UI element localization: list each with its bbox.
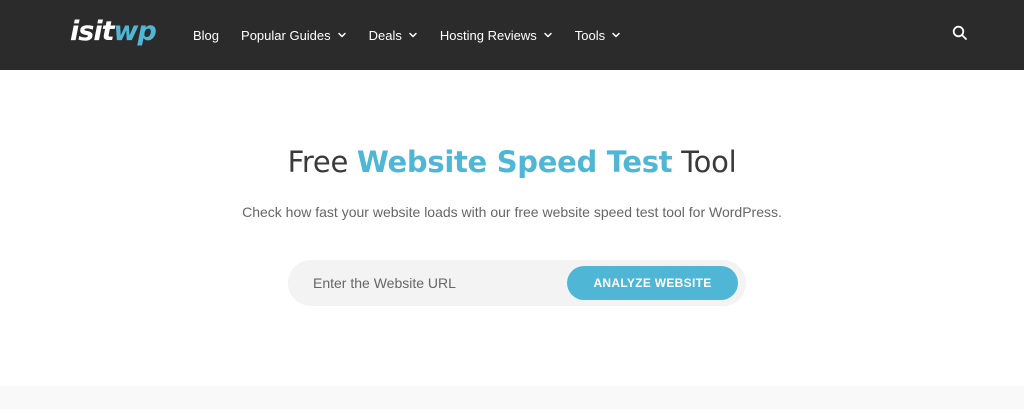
nav-item-label: Hosting Reviews [439,27,537,43]
main-nav: Blog Popular Guides Deals Hosting Review… [193,0,643,70]
title-text-accent: Website Speed Test [356,145,673,179]
hero-section: Free Website Speed Test Tool Check how f… [0,70,1024,386]
chevron-down-icon [543,32,552,38]
page-title: Free Website Speed Test Tool [0,145,1024,179]
nav-item-label: Tools [574,27,606,43]
nav-item-label: Blog [193,27,220,43]
nav-item-label: Popular Guides [241,27,331,43]
logo-text-primary: isit [70,16,114,47]
nav-item-hosting-reviews[interactable]: Hosting Reviews [440,28,553,43]
speed-test-form: ANALYZE WEBSITE [288,260,746,306]
analyze-website-button[interactable]: ANALYZE WEBSITE [567,266,738,300]
nav-item-label: Deals [368,27,402,43]
nav-item-popular-guides[interactable]: Popular Guides [241,28,347,43]
site-logo[interactable]: isitwp [70,15,157,49]
nav-item-deals[interactable]: Deals [369,28,418,43]
nav-item-tools[interactable]: Tools [575,28,621,43]
logo-text-accent: wp [113,16,157,47]
title-text-after: Tool [672,145,737,179]
section-divider-strip [0,386,1024,409]
website-url-input[interactable] [298,265,558,301]
chevron-down-icon [612,32,620,38]
page-subtitle: Check how fast your website loads with o… [242,204,782,220]
search-icon[interactable] [952,25,968,41]
nav-item-blog[interactable]: Blog [193,28,219,43]
chevron-down-icon [337,32,346,38]
title-text-before: Free [287,145,357,179]
top-navbar: isitwp Blog Popular Guides Deals Hosting… [0,0,1024,70]
chevron-down-icon [409,32,417,38]
